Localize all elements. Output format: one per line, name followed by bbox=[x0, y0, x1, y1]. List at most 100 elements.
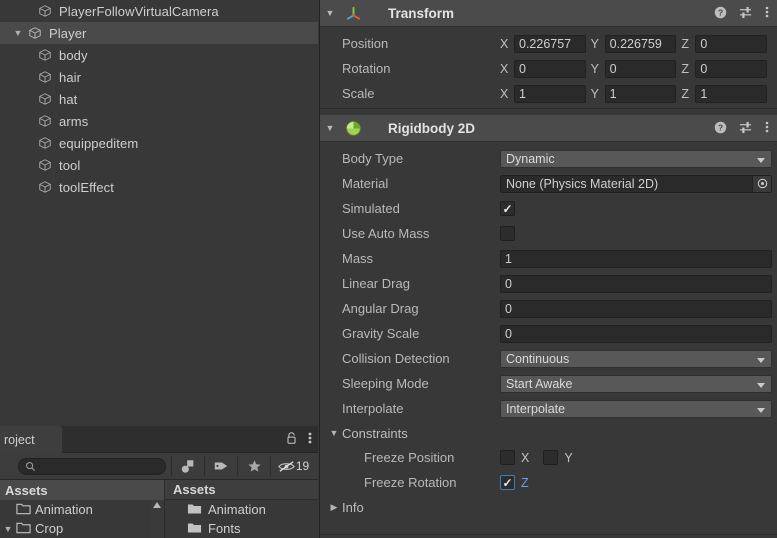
gameobject-icon bbox=[26, 26, 44, 40]
freeze-position-x-checkbox[interactable] bbox=[500, 450, 515, 465]
mass-input[interactable]: 1 bbox=[500, 249, 772, 268]
rotation-y-input[interactable]: 0 bbox=[604, 59, 677, 78]
twirl-down-icon[interactable]: ▼ bbox=[10, 22, 26, 44]
gameobject-icon bbox=[36, 48, 54, 62]
use-auto-mass-checkbox[interactable] bbox=[500, 226, 515, 241]
body-type-value: Dynamic bbox=[506, 151, 555, 166]
rotation-z-input[interactable]: 0 bbox=[695, 59, 768, 78]
sleeping-mode-dropdown[interactable]: Start Awake bbox=[500, 374, 772, 393]
collision-detection-value: Continuous bbox=[506, 351, 570, 366]
scale-x-input[interactable]: 1 bbox=[514, 84, 586, 103]
search-input[interactable] bbox=[19, 458, 165, 474]
vector3-field-rotation: X 0 Y 0 Z 0 bbox=[500, 59, 777, 78]
component-header-icons: ? bbox=[714, 0, 769, 27]
twirl-down-icon[interactable]: ▼ bbox=[320, 8, 340, 18]
project-folder-tree[interactable]: Assets Animation ▼ Crop bbox=[0, 480, 165, 538]
project-tree-header[interactable]: Assets bbox=[0, 480, 164, 500]
filter-by-label-button[interactable] bbox=[204, 456, 237, 476]
project-tree-item-crop[interactable]: ▼ Crop bbox=[0, 519, 164, 538]
material-object-field[interactable]: None (Physics Material 2D) bbox=[500, 174, 772, 193]
more-options-icon[interactable] bbox=[765, 120, 769, 137]
scale-y-input[interactable]: 1 bbox=[604, 84, 677, 103]
freeze-rotation-z-checkbox[interactable]: ✓ bbox=[500, 475, 515, 490]
foldout-info[interactable]: ▶ Info bbox=[320, 495, 777, 519]
gravity-scale-input[interactable]: 0 bbox=[500, 324, 772, 343]
position-z-input[interactable]: 0 bbox=[695, 34, 768, 53]
row-sleeping-mode: Sleeping Mode Start Awake bbox=[320, 371, 777, 396]
folder-icon bbox=[187, 502, 202, 518]
axis-label-x: X bbox=[500, 61, 509, 76]
more-options-icon[interactable] bbox=[308, 431, 312, 448]
hidden-items-toggle[interactable]: 19 bbox=[270, 456, 316, 476]
svg-text:?: ? bbox=[718, 7, 723, 17]
project-asset-item-fonts[interactable]: Fonts bbox=[165, 519, 318, 538]
interpolate-dropdown[interactable]: Interpolate bbox=[500, 399, 772, 418]
more-options-icon[interactable] bbox=[765, 5, 769, 22]
gameobject-icon bbox=[36, 180, 54, 194]
project-tree-item-animation[interactable]: Animation bbox=[0, 500, 164, 519]
preset-settings-icon[interactable] bbox=[739, 6, 753, 22]
twirl-down-icon[interactable]: ▼ bbox=[0, 524, 16, 534]
linear-drag-input[interactable]: 0 bbox=[500, 274, 772, 293]
axis-label-z: Z bbox=[681, 61, 689, 76]
divider bbox=[320, 534, 777, 535]
body-type-dropdown[interactable]: Dynamic bbox=[500, 149, 772, 168]
twirl-down-icon[interactable]: ▼ bbox=[320, 123, 340, 133]
filter-by-type-button[interactable] bbox=[171, 456, 204, 476]
property-label: Interpolate bbox=[342, 401, 404, 416]
collision-detection-dropdown[interactable]: Continuous bbox=[500, 349, 772, 368]
scroll-up-icon[interactable] bbox=[153, 502, 161, 508]
hierarchy-item-arms[interactable]: arms bbox=[0, 110, 318, 132]
component-body-rigidbody2d: Body Type Dynamic Material None (Physics… bbox=[320, 142, 777, 525]
hierarchy-item-hat[interactable]: hat bbox=[0, 88, 318, 110]
freeze-rotation-z: ✓ Z bbox=[500, 475, 529, 490]
twirl-down-icon[interactable]: ▼ bbox=[326, 428, 342, 438]
simulated-checkbox[interactable]: ✓ bbox=[500, 201, 515, 216]
property-label: Mass bbox=[342, 251, 374, 266]
hierarchy-item-equippeditem[interactable]: equippeditem bbox=[0, 132, 318, 154]
preset-settings-icon[interactable] bbox=[739, 121, 753, 137]
lock-icon[interactable] bbox=[285, 431, 298, 448]
axis-label-z: Z bbox=[521, 475, 529, 490]
hierarchy-panel[interactable]: PlayerFollowVirtualCamera ▼ Player body bbox=[0, 0, 318, 426]
component-header-transform[interactable]: ▼ Transform ? bbox=[320, 0, 777, 27]
hierarchy-item-tooleffect[interactable]: toolEffect bbox=[0, 176, 318, 198]
twirl-right-icon[interactable]: ▶ bbox=[326, 502, 342, 513]
hierarchy-item-hair[interactable]: hair bbox=[0, 66, 318, 88]
search-field[interactable] bbox=[18, 457, 166, 475]
position-y-input[interactable]: 0.226759 bbox=[604, 34, 677, 53]
angular-drag-input[interactable]: 0 bbox=[500, 299, 772, 318]
foldout-constraints[interactable]: ▼ Constraints bbox=[320, 421, 777, 445]
project-tree-scrollbar[interactable] bbox=[151, 500, 164, 538]
row-body-type: Body Type Dynamic bbox=[320, 146, 777, 171]
row-simulated: Simulated ✓ bbox=[320, 196, 777, 221]
axis-label-x: X bbox=[521, 450, 530, 465]
project-panel: roject 19 Assets Animation ▼ Crop Assets… bbox=[0, 426, 318, 538]
project-asset-item-animation[interactable]: Animation bbox=[165, 500, 318, 519]
object-picker-icon[interactable] bbox=[752, 175, 771, 192]
scale-z-input[interactable]: 1 bbox=[695, 84, 768, 103]
hierarchy-item-label: hat bbox=[59, 91, 78, 107]
rotation-x-input[interactable]: 0 bbox=[514, 59, 586, 78]
svg-text:?: ? bbox=[718, 122, 723, 132]
hierarchy-item-player[interactable]: ▼ Player bbox=[0, 22, 318, 44]
hierarchy-item-body[interactable]: body bbox=[0, 44, 318, 66]
hierarchy-item-tool[interactable]: tool bbox=[0, 154, 318, 176]
axis-label-z: Z bbox=[681, 36, 689, 51]
hierarchy-item-playerfollowvirtualcamera[interactable]: PlayerFollowVirtualCamera bbox=[0, 0, 318, 22]
position-x-input[interactable]: 0.226757 bbox=[514, 34, 586, 53]
help-icon[interactable]: ? bbox=[714, 121, 727, 137]
project-tabbar-icons bbox=[285, 426, 312, 453]
component-header-icons: ? bbox=[714, 115, 769, 142]
component-header-rigidbody2d[interactable]: ▼ Rigidbody 2D ? bbox=[320, 115, 777, 142]
help-icon[interactable]: ? bbox=[714, 6, 727, 22]
scale-x: X 1 bbox=[500, 84, 591, 103]
filter-by-favorite-button[interactable] bbox=[237, 456, 270, 476]
property-label: Simulated bbox=[342, 201, 400, 216]
project-asset-label: Fonts bbox=[208, 521, 241, 536]
project-content-pane[interactable]: Assets Animation Fonts bbox=[165, 480, 318, 538]
axis-label-y: Y bbox=[590, 61, 600, 76]
tab-project[interactable]: roject bbox=[0, 426, 62, 453]
freeze-position-y-checkbox[interactable] bbox=[543, 450, 559, 465]
check-icon: ✓ bbox=[502, 475, 513, 490]
